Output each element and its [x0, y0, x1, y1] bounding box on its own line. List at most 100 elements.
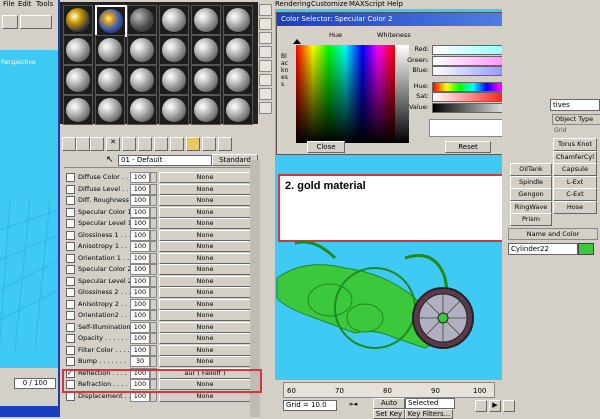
amount-spinner[interactable]: [150, 310, 157, 321]
go-to-parent-icon[interactable]: [202, 137, 216, 151]
map-enable-checkbox[interactable]: [66, 322, 75, 332]
key-filters-button[interactable]: Key Filters...: [405, 409, 453, 419]
map-amount[interactable]: 100: [130, 310, 150, 321]
material-slot[interactable]: [159, 5, 189, 35]
map-amount[interactable]: 100: [130, 287, 150, 298]
menu-help[interactable]: Help: [387, 0, 403, 9]
amount-spinner[interactable]: [150, 252, 157, 264]
backlight-icon[interactable]: [259, 18, 272, 30]
show-end-result-icon[interactable]: [186, 137, 200, 151]
map-enable-checkbox[interactable]: [66, 334, 75, 343]
show-map-icon[interactable]: [170, 137, 184, 151]
map-amount[interactable]: 100: [130, 264, 150, 275]
map-button[interactable]: None: [159, 344, 251, 356]
amount-spinner[interactable]: [150, 356, 157, 367]
map-button[interactable]: None: [159, 287, 251, 298]
prev-frame-icon[interactable]: [475, 400, 487, 412]
assign-material-icon[interactable]: [90, 137, 104, 151]
menu-edit[interactable]: Edit: [18, 0, 32, 9]
map-button[interactable]: None: [159, 172, 251, 183]
material-slot[interactable]: [191, 65, 221, 95]
object-type-button[interactable]: C-Ext: [553, 188, 597, 201]
menu-file[interactable]: File: [3, 0, 15, 9]
reset-button[interactable]: Reset: [445, 141, 491, 153]
object-type-button[interactable]: OilTank: [510, 163, 552, 176]
map-amount[interactable]: 100: [130, 241, 150, 252]
map-enable-checkbox[interactable]: [66, 276, 75, 286]
undo-button[interactable]: [2, 15, 18, 29]
map-amount[interactable]: 100: [130, 321, 150, 333]
motorcycle-model[interactable]: [275, 238, 502, 380]
map-button[interactable]: None: [159, 252, 251, 264]
put-to-library-icon[interactable]: [138, 137, 152, 151]
map-enable-checkbox[interactable]: [66, 173, 75, 182]
map-button[interactable]: None: [159, 183, 251, 195]
amount-spinner[interactable]: [150, 195, 157, 206]
map-amount[interactable]: 100: [130, 172, 150, 183]
map-enable-checkbox[interactable]: [66, 345, 75, 355]
object-type-button[interactable]: Torus Knot: [553, 138, 597, 151]
material-slot[interactable]: [127, 35, 157, 65]
map-amount[interactable]: 30: [130, 356, 150, 367]
material-effects-icon[interactable]: [154, 137, 168, 151]
amount-spinner[interactable]: [150, 206, 157, 218]
amount-spinner[interactable]: [150, 321, 157, 333]
map-button[interactable]: None: [159, 298, 251, 310]
key-mode-dropdown[interactable]: Selected: [405, 398, 455, 409]
amount-spinner[interactable]: [150, 287, 157, 298]
menu-customize[interactable]: Customize: [311, 0, 348, 9]
video-color-check-icon[interactable]: [259, 60, 272, 72]
amount-spinner[interactable]: [150, 275, 157, 287]
object-color-swatch[interactable]: [578, 243, 594, 255]
map-amount[interactable]: 100: [130, 298, 150, 310]
key-icon[interactable]: ⊶: [349, 400, 358, 410]
map-button[interactable]: None: [159, 321, 251, 333]
map-button[interactable]: None: [159, 333, 251, 344]
material-slot[interactable]: [159, 65, 189, 95]
map-amount[interactable]: 100: [130, 252, 150, 264]
map-enable-checkbox[interactable]: [66, 184, 75, 194]
material-slot[interactable]: [63, 65, 93, 95]
material-slot[interactable]: [191, 5, 221, 35]
amount-spinner[interactable]: [150, 218, 157, 229]
map-enable-checkbox[interactable]: [66, 196, 75, 205]
material-slot[interactable]: [95, 35, 125, 65]
material-slot[interactable]: [223, 35, 253, 65]
material-slot[interactable]: [95, 95, 125, 125]
menu-maxscript[interactable]: MAXScript: [349, 0, 385, 9]
category-dropdown[interactable]: tives: [550, 99, 600, 111]
material-slot[interactable]: [95, 5, 127, 37]
map-enable-checkbox[interactable]: [66, 288, 75, 297]
amount-spinner[interactable]: [150, 264, 157, 275]
map-enable-checkbox[interactable]: [66, 357, 75, 366]
map-enable-checkbox[interactable]: [66, 207, 75, 217]
map-amount[interactable]: 100: [130, 206, 150, 218]
amount-spinner[interactable]: [150, 183, 157, 195]
object-type-button[interactable]: Gengon: [510, 188, 552, 201]
select-filter-button[interactable]: [20, 15, 52, 29]
object-type-header[interactable]: Object Type: [552, 114, 600, 125]
material-slot[interactable]: [127, 95, 157, 125]
map-button[interactable]: None: [159, 206, 251, 218]
select-by-material-icon[interactable]: [259, 102, 272, 114]
map-button[interactable]: None: [159, 356, 251, 367]
hue-spectrum[interactable]: [296, 45, 395, 143]
material-slot[interactable]: [223, 5, 253, 35]
map-enable-checkbox[interactable]: [66, 299, 75, 309]
map-button[interactable]: None: [159, 275, 251, 287]
go-forward-icon[interactable]: [218, 137, 232, 151]
map-button[interactable]: None: [159, 310, 251, 321]
map-button[interactable]: None: [159, 218, 251, 229]
pick-material-icon[interactable]: ↖: [106, 155, 116, 165]
make-unique-icon[interactable]: [122, 137, 136, 151]
material-slot[interactable]: [63, 95, 93, 125]
menu-rendering[interactable]: Rendering: [275, 0, 311, 9]
frame-counter[interactable]: 0 / 100: [14, 378, 56, 389]
put-to-scene-icon[interactable]: [76, 137, 90, 151]
map-amount[interactable]: 100: [130, 275, 150, 287]
material-slot[interactable]: [223, 95, 253, 125]
material-slot[interactable]: [191, 95, 221, 125]
options-icon[interactable]: [259, 88, 272, 100]
object-type-button[interactable]: Spindle: [510, 175, 552, 189]
object-type-button[interactable]: RingWave: [510, 200, 552, 214]
